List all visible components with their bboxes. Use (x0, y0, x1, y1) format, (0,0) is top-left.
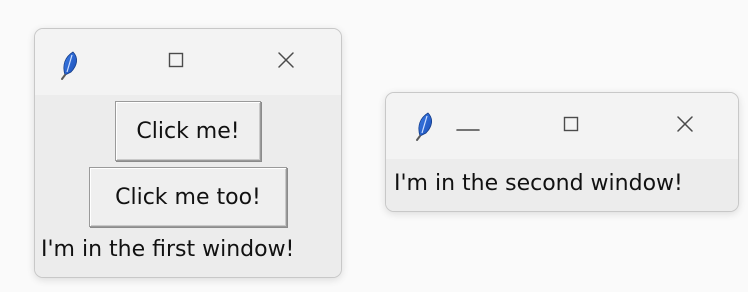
second-window-content: I'm in the second window! (386, 159, 738, 211)
square-icon (563, 116, 579, 136)
second-window-label: I'm in the second window! (394, 171, 683, 196)
maximize-button[interactable] (152, 29, 200, 95)
close-button[interactable] (661, 93, 709, 159)
second-window: I'm in the second window! (385, 92, 739, 212)
feather-icon[interactable] (59, 50, 81, 80)
click-me-button[interactable]: Click me! (115, 101, 261, 161)
close-button[interactable] (262, 29, 310, 95)
feather-icon[interactable] (414, 111, 436, 141)
first-window-label: I'm in the first window! (41, 237, 295, 262)
close-icon (676, 115, 694, 137)
minimize-button[interactable] (444, 93, 492, 159)
click-me-too-button[interactable]: Click me too! (89, 167, 287, 227)
maximize-button[interactable] (547, 93, 595, 159)
close-icon (277, 51, 295, 73)
second-window-titlebar (386, 93, 738, 159)
minus-icon (456, 117, 480, 136)
first-window-content: Click me! Click me too! I'm in the first… (35, 95, 341, 277)
square-icon (168, 52, 184, 72)
first-window-titlebar (35, 29, 341, 95)
first-window: Click me! Click me too! I'm in the first… (34, 28, 342, 278)
